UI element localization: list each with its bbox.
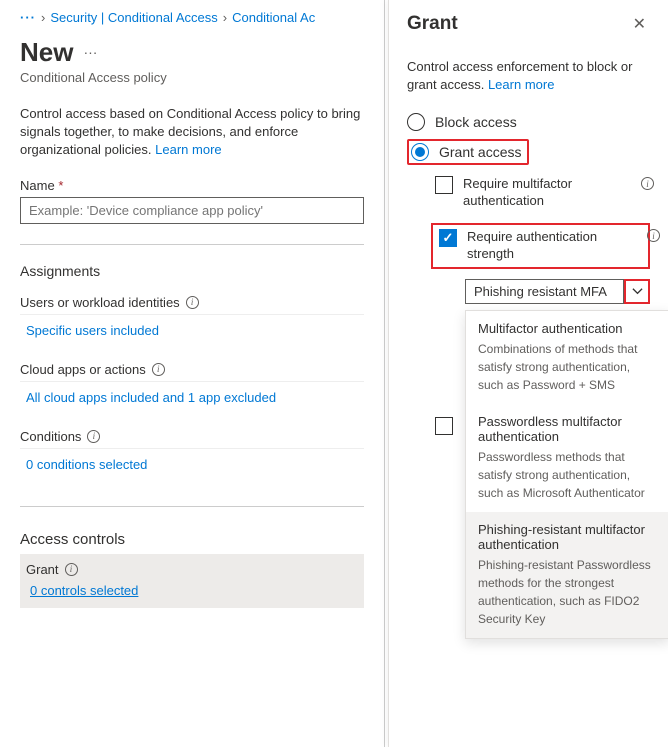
radio-selected-icon[interactable] [411, 143, 429, 161]
users-row[interactable]: Users or workload identities i [20, 285, 364, 315]
option-mfa[interactable]: Multifactor authentication Combinations … [466, 311, 668, 404]
option-title: Passwordless multifactor authentication [478, 414, 657, 444]
breadcrumb: ··· › Security | Conditional Access › Co… [20, 10, 364, 25]
block-access-radio-row[interactable]: Block access [407, 109, 650, 135]
policy-name-input[interactable] [20, 197, 364, 224]
name-label-text: Name [20, 178, 55, 193]
checkbox-unchecked-icon[interactable] [435, 176, 453, 194]
auth-strength-option-list: Multifactor authentication Combinations … [465, 310, 668, 639]
conditions-row[interactable]: Conditions i [20, 419, 364, 449]
option-desc: Passwordless methods that satisfy strong… [478, 448, 657, 502]
more-menu-icon[interactable]: ··· [83, 44, 97, 60]
option-desc: Combinations of methods that satisfy str… [478, 340, 657, 394]
breadcrumb-security[interactable]: Security | Conditional Access [50, 10, 217, 25]
checkbox-checked-icon[interactable] [439, 229, 457, 247]
option-passwordless[interactable]: Passwordless multifactor authentication … [466, 404, 668, 512]
learn-more-link[interactable]: Learn more [155, 142, 221, 157]
page-title-row: New ··· [20, 37, 364, 68]
info-icon[interactable]: i [186, 296, 199, 309]
info-icon[interactable]: i [647, 229, 660, 242]
info-icon[interactable]: i [65, 563, 78, 576]
grant-access-label: Grant access [439, 144, 521, 160]
conditions-label: Conditions [20, 429, 81, 444]
dropdown-toggle-button[interactable] [624, 279, 650, 304]
option-title: Phishing-resistant multifactor authentic… [478, 522, 657, 552]
require-mfa-label: Require multifactor authentication [463, 176, 650, 210]
users-label: Users or workload identities [20, 295, 180, 310]
require-auth-strength-row[interactable]: Require authentication strength i [431, 223, 650, 269]
required-asterisk: * [58, 178, 63, 193]
require-auth-strength-label: Require authentication strength [467, 229, 642, 263]
access-controls-heading: Access controls [20, 531, 364, 548]
close-icon[interactable]: ✕ [629, 12, 650, 36]
breadcrumb-conditional-access[interactable]: Conditional Ac [232, 10, 315, 25]
main-column: ··· › Security | Conditional Access › Co… [0, 0, 385, 747]
apps-label: Cloud apps or actions [20, 362, 146, 377]
chevron-right-icon: › [41, 10, 45, 25]
users-value-link[interactable]: Specific users included [20, 315, 364, 352]
page-description: Control access based on Conditional Acce… [20, 105, 364, 160]
dropdown-value[interactable]: Phishing resistant MFA [465, 279, 624, 304]
option-title: Multifactor authentication [478, 321, 657, 336]
breadcrumb-more-icon[interactable]: ··· [20, 10, 36, 25]
info-icon[interactable]: i [152, 363, 165, 376]
grant-control-row[interactable]: Grant i 0 controls selected [20, 554, 364, 608]
apps-row[interactable]: Cloud apps or actions i [20, 352, 364, 382]
chevron-down-icon [632, 286, 643, 297]
panel-title: Grant [407, 13, 458, 35]
divider [20, 244, 364, 245]
grant-panel: Grant ✕ Control access enforcement to bl… [388, 0, 668, 747]
conditions-value-link[interactable]: 0 conditions selected [20, 449, 364, 486]
checkbox-unchecked-icon[interactable] [435, 417, 453, 435]
apps-value-link[interactable]: All cloud apps included and 1 app exclud… [20, 382, 364, 419]
panel-description: Control access enforcement to block or g… [407, 58, 650, 94]
grant-access-radio-row[interactable]: Grant access [407, 139, 529, 165]
auth-strength-dropdown[interactable]: Phishing resistant MFA [465, 279, 650, 304]
info-icon[interactable]: i [641, 177, 654, 190]
page-title: New [20, 37, 73, 68]
panel-learn-more-link[interactable]: Learn more [488, 77, 554, 92]
page-subtitle: Conditional Access policy [20, 70, 364, 85]
option-phishing-resistant[interactable]: Phishing-resistant multifactor authentic… [466, 512, 668, 638]
block-access-label: Block access [435, 114, 517, 130]
divider [20, 506, 364, 507]
info-icon[interactable]: i [87, 430, 100, 443]
radio-unselected-icon[interactable] [407, 113, 425, 131]
grant-label: Grant [26, 562, 59, 577]
grant-value-link[interactable]: 0 controls selected [26, 577, 358, 604]
option-desc: Phishing-resistant Passwordless methods … [478, 556, 657, 628]
assignments-heading: Assignments [20, 263, 364, 279]
chevron-right-icon: › [223, 10, 227, 25]
name-field-label: Name * [20, 178, 364, 193]
require-mfa-row[interactable]: Require multifactor authentication i [435, 173, 650, 213]
